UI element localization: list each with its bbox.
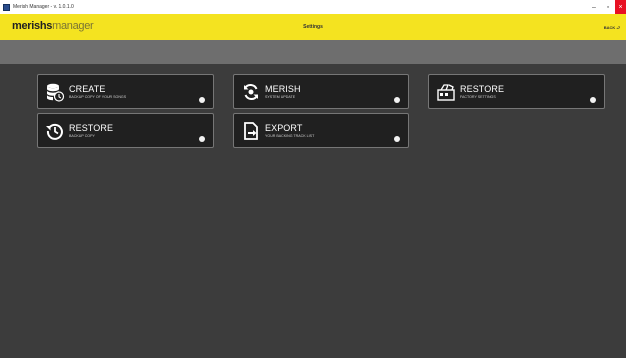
tile-indicator-dot <box>199 136 205 142</box>
tile-indicator-dot <box>199 97 205 103</box>
tile-title: MERISH <box>265 84 301 94</box>
tile-subtitle: YOUR BACKING TRACK LIST <box>265 134 315 138</box>
tile-title: RESTORE <box>460 84 505 94</box>
maximize-button[interactable]: ▫ <box>601 0 615 14</box>
tile-subtitle: BACKUP COPY <box>69 134 95 138</box>
window-title: Merish Manager - v. 1.0.1.0 <box>13 4 74 10</box>
database-icon <box>47 83 65 102</box>
history-icon <box>46 123 63 140</box>
sync-icon <box>244 83 258 101</box>
tile-title: CREATE <box>69 84 106 94</box>
factory-reset-icon <box>437 84 455 101</box>
tile-subtitle: SYSTEM UPDATE <box>265 95 296 99</box>
tile-indicator-dot <box>394 97 400 103</box>
minimize-button[interactable]: – <box>587 0 601 14</box>
window-titlebar: Merish Manager - v. 1.0.1.0 – ▫ × <box>0 0 626 14</box>
tile-title: RESTORE <box>69 123 114 133</box>
page-title: Settings <box>303 24 323 30</box>
app-header: merishsmanager Settings BACK ⮐ <box>0 14 626 40</box>
tile-subtitle: FACTORY SETTINGS <box>460 95 496 99</box>
app-icon <box>3 3 10 11</box>
close-button[interactable]: × <box>615 0 626 14</box>
restore-backup-tile[interactable]: RESTORE BACKUP COPY <box>37 113 214 148</box>
tile-indicator-dot <box>590 97 596 103</box>
export-icon <box>244 122 258 140</box>
back-button[interactable]: BACK ⮐ <box>604 25 620 32</box>
toolbar-strip <box>0 40 626 64</box>
tile-indicator-dot <box>394 136 400 142</box>
system-update-tile[interactable]: MERISH SYSTEM UPDATE <box>233 74 409 109</box>
factory-reset-tile[interactable]: RESTORE FACTORY SETTINGS <box>428 74 605 109</box>
create-backup-tile[interactable]: CREATE BACKUP COPY OF YOUR SONGS <box>37 74 214 109</box>
tile-title: EXPORT <box>265 123 303 133</box>
export-tile[interactable]: EXPORT YOUR BACKING TRACK LIST <box>233 113 409 148</box>
tile-subtitle: BACKUP COPY OF YOUR SONGS <box>69 95 127 99</box>
window-controls: – ▫ × <box>587 0 626 14</box>
